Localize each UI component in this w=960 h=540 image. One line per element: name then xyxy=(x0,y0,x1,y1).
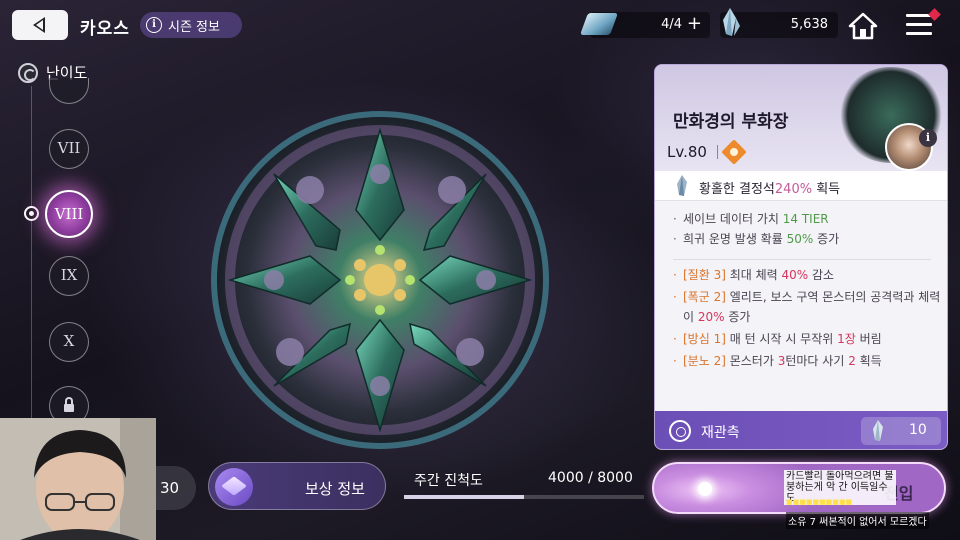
difficulty-rail xyxy=(31,86,32,426)
boss-modifier-list: [질환 3] 최대 체력 40% 감소 [폭군 2] 엘리트, 보스 구역 몬스… xyxy=(673,265,941,373)
list-item: [폭군 2] 엘리트, 보스 구역 몬스터의 공격력과 체력이 20% 증가 xyxy=(673,287,941,327)
stamina-resource: 4/4 + xyxy=(579,12,710,38)
stamina-ticket-icon xyxy=(579,13,619,35)
boss-artwork xyxy=(211,111,549,449)
crystal-icon xyxy=(723,8,740,36)
home-icon[interactable] xyxy=(848,12,878,40)
weekly-progress-label: 주간 진척도 xyxy=(414,473,483,489)
list-item: 세이브 데이터 가치 14 TIER xyxy=(673,209,941,229)
info-icon: i xyxy=(146,17,162,33)
lock-icon xyxy=(64,397,74,412)
reward-info-button[interactable]: 보상 정보 xyxy=(208,462,386,510)
season-info-button[interactable]: i 시즌 정보 xyxy=(140,12,242,38)
reobserve-target-icon xyxy=(669,420,691,442)
list-item: 희귀 운명 발생 확률 50% 증가 xyxy=(673,229,941,249)
divider xyxy=(673,259,931,260)
page-title: 카오스 xyxy=(80,19,130,39)
crystal-resource: 5,638 xyxy=(720,8,838,38)
bottom-left-value: 30 xyxy=(160,479,180,497)
drop-reward-row: 황홀한 결정석240% 획득 xyxy=(655,171,947,201)
reobserve-button[interactable]: 재관측 10 xyxy=(655,411,947,449)
back-arrow-icon xyxy=(32,17,45,33)
weekly-progress-fill xyxy=(404,495,524,499)
reobserve-label: 재관측 xyxy=(701,425,740,441)
list-item: [방심 1] 매 턴 시작 시 무작위 1장 버림 xyxy=(673,329,941,349)
drop-reward-text: 황홀한 결정석240% 획득 xyxy=(699,182,841,197)
season-info-label: 시즌 정보 xyxy=(168,19,220,35)
reward-info-label: 보상 정보 xyxy=(305,480,365,498)
back-button[interactable] xyxy=(12,10,68,40)
difficulty-node-viii[interactable]: VIII xyxy=(45,190,93,238)
crystal-value: 5,638 xyxy=(790,17,828,32)
level-separator xyxy=(717,145,718,159)
boss-effect-list: 세이브 데이터 가치 14 TIER 희귀 운명 발생 확률 50% 증가 xyxy=(673,209,941,249)
stream-chat-message-3: 소유 7 써본적이 없어서 모르겠다 xyxy=(786,512,929,529)
crystal-icon xyxy=(873,420,883,441)
reobserve-count: 10 xyxy=(909,422,927,438)
menu-icon[interactable] xyxy=(906,14,932,38)
list-item: [질환 3] 최대 체력 40% 감소 xyxy=(673,265,941,285)
stamina-plus-button[interactable]: + xyxy=(687,13,702,34)
streamer-webcam xyxy=(0,418,156,540)
difficulty-node-x[interactable]: X xyxy=(49,322,89,362)
stamina-value: 4/4 xyxy=(661,17,682,32)
reobserve-cost: 10 xyxy=(861,417,941,445)
reward-cube-icon xyxy=(215,468,253,506)
glow-dot-icon xyxy=(698,482,712,496)
boss-info-icon[interactable]: i xyxy=(919,129,937,147)
difficulty-icon xyxy=(18,62,38,83)
weekly-progress-bar xyxy=(404,495,644,499)
list-item: [분노 2] 몬스터가 3턴마다 사기 2 획득 xyxy=(673,351,941,371)
boss-info-panel: 만화경의 부화장 Lv.80 i 황홀한 결정석240% 획득 세이브 데이터 … xyxy=(654,64,948,450)
difficulty-node-vii[interactable]: VII xyxy=(49,129,89,169)
weekly-progress-value: 4000 / 8000 xyxy=(548,470,633,486)
difficulty-node-partial[interactable] xyxy=(49,78,89,104)
difficulty-node-ix[interactable]: IX xyxy=(49,256,89,296)
difficulty-rail-marker xyxy=(24,206,39,221)
game-screen: 카오스 i 시즌 정보 4/4 + 5,638 난이도 VII VIII IX … xyxy=(0,0,960,540)
stream-chat-message-2: ■■■■■■■■■■ xyxy=(786,498,853,506)
boss-name: 만화경의 부화장 xyxy=(673,112,789,132)
crystal-icon xyxy=(677,175,687,196)
boss-level: Lv.80 xyxy=(667,143,707,161)
